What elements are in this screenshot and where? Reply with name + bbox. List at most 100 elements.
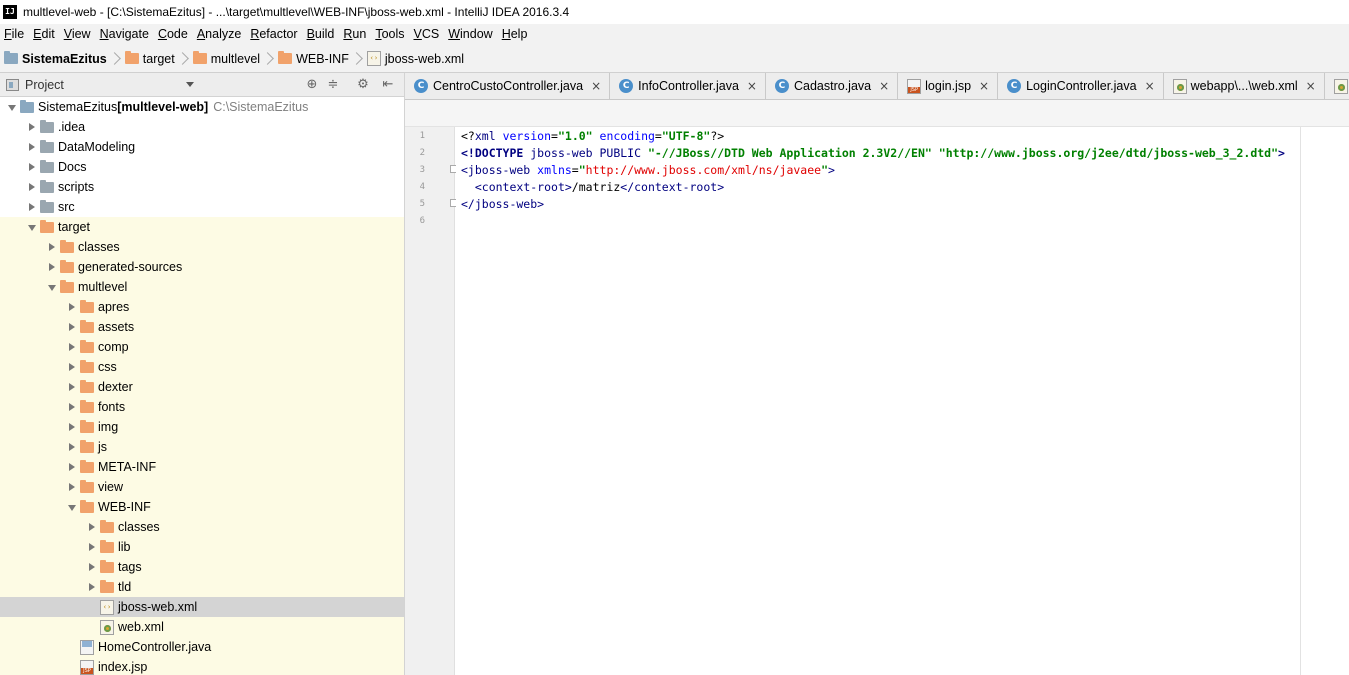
tab-4[interactable]: C LoginController.java ×: [998, 73, 1164, 99]
tree-item-css[interactable]: css: [0, 357, 404, 377]
tree-item-classes[interactable]: classes: [0, 517, 404, 537]
tree-item-src[interactable]: src: [0, 197, 404, 217]
chevron-down-icon[interactable]: [186, 82, 194, 87]
hide-icon[interactable]: ⇤: [380, 77, 396, 93]
tree-item-apres[interactable]: apres: [0, 297, 404, 317]
breadcrumb-item[interactable]: WEB-INF: [278, 45, 367, 73]
tree-item-homecontroller-java[interactable]: HomeController.java: [0, 637, 404, 657]
collapse-arrow-icon[interactable]: [64, 297, 80, 317]
menu-view[interactable]: View: [60, 24, 96, 45]
tab-5[interactable]: webapp\...\web.xml ×: [1163, 73, 1325, 99]
close-icon[interactable]: ×: [591, 79, 601, 93]
tree-item-tags[interactable]: tags: [0, 557, 404, 577]
tree-item-sistemaezitus[interactable]: SistemaEzitus [multlevel-web] C:\SistemaE…: [0, 97, 404, 117]
menu-run[interactable]: Run: [339, 24, 371, 45]
collapse-arrow-icon[interactable]: [64, 337, 80, 357]
collapse-arrow-icon[interactable]: [24, 137, 40, 157]
tab-6[interactable]: webapp\: [1324, 73, 1349, 99]
collapse-arrow-icon[interactable]: [64, 317, 80, 337]
tab-label: InfoController.java: [638, 79, 739, 93]
breadcrumb-item[interactable]: ‹› jboss-web.xml: [366, 45, 470, 73]
expand-arrow-icon[interactable]: [4, 97, 20, 117]
tree-item-multlevel[interactable]: multlevel: [0, 277, 404, 297]
tree-item-tld[interactable]: tld: [0, 577, 404, 597]
tree-item-dexter[interactable]: dexter: [0, 377, 404, 397]
tree-item-index-jsp[interactable]: index.jsp: [0, 657, 404, 675]
collapse-arrow-icon[interactable]: [64, 397, 80, 417]
menu-file[interactable]: File: [0, 24, 29, 45]
tab-3[interactable]: login.jsp ×: [898, 73, 999, 99]
tree-item-generated-sources[interactable]: generated-sources: [0, 257, 404, 277]
collapse-arrow-icon[interactable]: [64, 457, 80, 477]
menu-tools[interactable]: Tools: [371, 24, 409, 45]
menu-edit[interactable]: Edit: [29, 24, 60, 45]
close-icon[interactable]: ×: [1306, 79, 1316, 93]
breadcrumb-item[interactable]: SistemaEzitus: [4, 45, 125, 73]
tree-item--idea[interactable]: .idea: [0, 117, 404, 137]
breadcrumb-item[interactable]: multlevel: [192, 45, 278, 73]
gear-icon[interactable]: ⚙: [355, 77, 371, 93]
close-icon[interactable]: ×: [1145, 79, 1155, 93]
tree-item-label: scripts: [58, 180, 95, 194]
tree-item-label: jboss-web.xml: [118, 600, 198, 614]
tree-item-classes[interactable]: classes: [0, 237, 404, 257]
tree-item-img[interactable]: img: [0, 417, 404, 437]
collapse-arrow-icon[interactable]: [64, 377, 80, 397]
xml-file-icon: ‹›: [100, 599, 114, 615]
collapse-arrow-icon[interactable]: [84, 557, 100, 577]
expand-arrow-icon[interactable]: [44, 277, 60, 297]
tree-item-assets[interactable]: assets: [0, 317, 404, 337]
code-token: "http://www.jboss.org/j2ee/dtd/jboss-web…: [938, 146, 1279, 160]
tree-item-lib[interactable]: lib: [0, 537, 404, 557]
expand-arrow-icon[interactable]: [64, 497, 80, 517]
menu-analyze[interactable]: Analyze: [193, 24, 246, 45]
collapse-arrow-icon[interactable]: [64, 437, 80, 457]
menu-window[interactable]: Window: [444, 24, 497, 45]
project-panel-title[interactable]: Project: [25, 78, 64, 92]
target-icon[interactable]: ⊕: [304, 77, 320, 93]
code-editor[interactable]: <?xml version="1.0" encoding="UTF-8"?> <!…: [456, 127, 1349, 675]
tree-item-view[interactable]: view: [0, 477, 404, 497]
menu-navigate[interactable]: Navigate: [96, 24, 154, 45]
tree-item-meta-inf[interactable]: META-INF: [0, 457, 404, 477]
collapse-arrow-icon[interactable]: [24, 117, 40, 137]
collapse-arrow-icon[interactable]: [24, 197, 40, 217]
tree-item-js[interactable]: js: [0, 437, 404, 457]
menu-build[interactable]: Build: [303, 24, 340, 45]
tree-item-fonts[interactable]: fonts: [0, 397, 404, 417]
close-icon[interactable]: ×: [747, 79, 757, 93]
collapse-arrow-icon[interactable]: [24, 177, 40, 197]
collapse-arrow-icon[interactable]: [64, 417, 80, 437]
collapse-icon[interactable]: ≑: [325, 77, 341, 93]
close-icon[interactable]: ×: [979, 79, 989, 93]
menu-refactor[interactable]: Refactor: [246, 24, 302, 45]
code-token: http://www.jboss.com/xml/ns/javaee: [585, 163, 822, 177]
tree-item-datamodeling[interactable]: DataModeling: [0, 137, 404, 157]
collapse-arrow-icon[interactable]: [64, 477, 80, 497]
menu-help[interactable]: Help: [498, 24, 533, 45]
breadcrumb-item[interactable]: target: [124, 45, 193, 73]
tree-item-scripts[interactable]: scripts: [0, 177, 404, 197]
collapse-arrow-icon[interactable]: [44, 257, 60, 277]
expand-arrow-icon[interactable]: [24, 217, 40, 237]
tree-item-target[interactable]: target: [0, 217, 404, 237]
collapse-arrow-icon[interactable]: [84, 517, 100, 537]
collapse-arrow-icon[interactable]: [84, 537, 100, 557]
menu-code[interactable]: Code: [154, 24, 193, 45]
close-icon[interactable]: ×: [879, 79, 889, 93]
tree-item-web-inf[interactable]: WEB-INF: [0, 497, 404, 517]
collapse-arrow-icon[interactable]: [24, 157, 40, 177]
code-line: </jboss-web>: [461, 196, 544, 213]
collapse-arrow-icon[interactable]: [84, 577, 100, 597]
menu-vcs[interactable]: VCS: [410, 24, 445, 45]
tree-item-comp[interactable]: comp: [0, 337, 404, 357]
tree-item-docs[interactable]: Docs: [0, 157, 404, 177]
tab-2[interactable]: C Cadastro.java ×: [765, 73, 899, 99]
tree-item-jboss-web-xml[interactable]: ‹› jboss-web.xml: [0, 597, 404, 617]
tab-1[interactable]: C InfoController.java ×: [610, 73, 766, 99]
chevron-right-icon: [353, 50, 361, 68]
collapse-arrow-icon[interactable]: [44, 237, 60, 257]
tree-item-web-xml[interactable]: web.xml: [0, 617, 404, 637]
tab-0[interactable]: C CentroCustoController.java ×: [405, 73, 611, 99]
collapse-arrow-icon[interactable]: [64, 357, 80, 377]
